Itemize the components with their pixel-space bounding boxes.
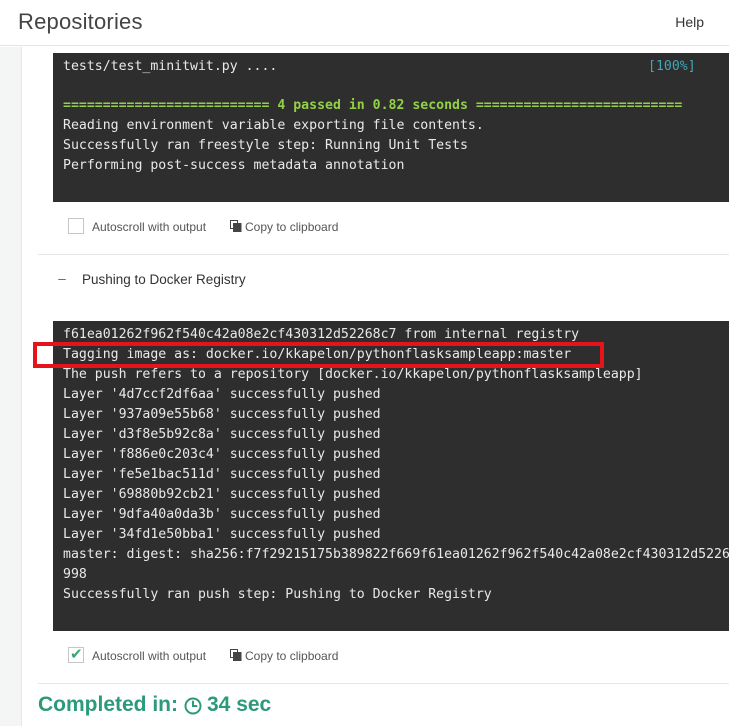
completed-duration-value: 34 sec	[207, 693, 272, 716]
completed-label: Completed in:	[38, 693, 178, 716]
console-line: Performing post-success metadata annotat…	[63, 158, 405, 173]
copy-label: Copy to clipboard	[245, 220, 339, 234]
console-line: Layer '937a09e55b68' successfully pushed	[63, 407, 381, 422]
console-line: tests/test_minitwit.py ....	[63, 59, 278, 74]
copy-icon	[230, 649, 242, 661]
collapse-icon[interactable]: –	[56, 271, 68, 286]
console-line: Layer '4d7ccf2df6aa' successfully pushed	[63, 387, 381, 402]
tagging-line-highlight	[33, 342, 604, 368]
console-line: Layer '34fd1e50bba1' successfully pushed	[63, 527, 381, 542]
console-line: master: digest: sha256:f7f29215175b38982…	[63, 547, 729, 562]
console-line: Successfully ran freestyle step: Running…	[63, 138, 468, 153]
autoscroll-label: Autoscroll with output	[92, 220, 207, 234]
divider	[38, 254, 729, 255]
console-line: 998	[63, 567, 87, 582]
help-link[interactable]: Help	[675, 14, 704, 30]
autoscroll-label: Autoscroll with output	[92, 649, 207, 663]
copy-label: Copy to clipboard	[245, 649, 339, 663]
console-line-pass-summary: ========================== 4 passed in 0…	[63, 98, 683, 113]
console-line: The push refers to a repository [docker.…	[63, 367, 643, 382]
console-line: Layer 'd3f8e5b92c8a' successfully pushed	[63, 427, 381, 442]
divider	[38, 683, 729, 684]
console-line: Layer 'fe5e1bac511d' successfully pushed	[63, 467, 381, 482]
top-bar: Repositories Help	[0, 0, 729, 46]
copy-icon	[230, 220, 242, 232]
clock-icon	[184, 697, 202, 715]
autoscroll-checkbox-checked[interactable]	[68, 645, 84, 663]
test-progress: [100%]	[648, 59, 696, 74]
autoscroll-checkbox[interactable]	[68, 218, 84, 234]
console-line: Layer '69880b92cb21' successfully pushed	[63, 487, 381, 502]
unit-tests-console[interactable]: tests/test_minitwit.py .... [100%] =====…	[53, 53, 729, 202]
left-rail	[0, 47, 22, 726]
console-line: Reading environment variable exporting f…	[63, 118, 484, 133]
console-line: Successfully ran push step: Pushing to D…	[63, 587, 492, 602]
console-line: Layer 'f886e0c203c4' successfully pushed	[63, 447, 381, 462]
console-line: Layer '9dfa40a0da3b' successfully pushed	[63, 507, 381, 522]
step-title: Pushing to Docker Registry	[82, 272, 246, 287]
page-title: Repositories	[18, 9, 143, 34]
